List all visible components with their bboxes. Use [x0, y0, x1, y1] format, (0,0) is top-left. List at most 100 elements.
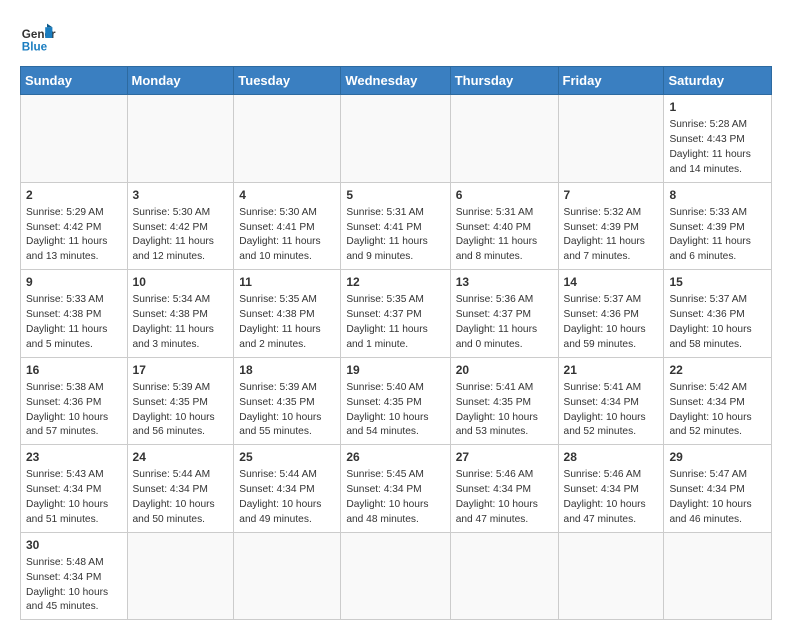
calendar-cell: 15Sunrise: 5:37 AM Sunset: 4:36 PM Dayli…	[664, 270, 772, 358]
calendar-cell: 28 Sunrise: 5:46 AM Sunset: 4:34 PM Dayli…	[558, 445, 664, 533]
weekday-header-saturday: Saturday	[664, 67, 772, 95]
logo-icon: General Blue	[20, 20, 56, 56]
calendar-cell: 17 Sunrise: 5:39 AM Sunset: 4:35 PM Dayli…	[127, 357, 234, 445]
day-number: 28	[564, 449, 659, 466]
calendar-cell	[664, 532, 772, 620]
day-info: Sunrise: 5:41 AM Sunset: 4:35 PM Dayligh…	[456, 381, 553, 440]
calendar-cell: 5 Sunrise: 5:31 AM Sunset: 4:41 PM Daylig…	[341, 182, 450, 270]
calendar-cell	[127, 532, 234, 620]
day-number: 12	[346, 274, 444, 291]
calendar-cell: 6 Sunrise: 5:31 AM Sunset: 4:40 PM Daylig…	[450, 182, 558, 270]
day-info: Sunrise: 5:40 AM Sunset: 4:35 PM Dayligh…	[346, 381, 444, 440]
day-info: Sunrise: 5:38 AM Sunset: 4:36 PM Dayligh…	[26, 381, 122, 440]
day-info: Sunrise: 5:41 AM Sunset: 4:34 PM Dayligh…	[564, 381, 659, 440]
day-info: Sunrise: 5:35 AM Sunset: 4:38 PM Dayligh…	[239, 293, 335, 352]
svg-text:Blue: Blue	[22, 41, 48, 54]
calendar-cell: 1 Sunrise: 5:28 AM Sunset: 4:43 PM Daylig…	[664, 95, 772, 183]
day-number: 5	[346, 187, 444, 204]
day-number: 29	[669, 449, 766, 466]
day-info: Sunrise: 5:34 AM Sunset: 4:38 PM Dayligh…	[133, 293, 229, 352]
day-info: Sunrise: 5:37 AM Sunset: 4:36 PM Dayligh…	[564, 293, 659, 352]
calendar-cell: 23 Sunrise: 5:43 AM Sunset: 4:34 PM Dayli…	[21, 445, 128, 533]
weekday-header-thursday: Thursday	[450, 67, 558, 95]
day-info: Sunrise: 5:32 AM Sunset: 4:39 PM Dayligh…	[564, 206, 659, 265]
day-info: Sunrise: 5:44 AM Sunset: 4:34 PM Dayligh…	[239, 468, 335, 527]
calendar-cell	[450, 532, 558, 620]
day-number: 30	[26, 537, 122, 554]
calendar-cell: 10 Sunrise: 5:34 AM Sunset: 4:38 PM Dayli…	[127, 270, 234, 358]
weekday-header-friday: Friday	[558, 67, 664, 95]
day-number: 16	[26, 362, 122, 379]
day-info: Sunrise: 5:35 AM Sunset: 4:37 PM Dayligh…	[346, 293, 444, 352]
day-number: 1	[669, 99, 766, 116]
day-number: 25	[239, 449, 335, 466]
calendar-cell: 13Sunrise: 5:36 AM Sunset: 4:37 PM Dayli…	[450, 270, 558, 358]
day-number: 6	[456, 187, 553, 204]
calendar-cell: 30 Sunrise: 5:48 AM Sunset: 4:34 PM Dayli…	[21, 532, 128, 620]
calendar-cell	[450, 95, 558, 183]
day-number: 11	[239, 274, 335, 291]
calendar-cell: 11 Sunrise: 5:35 AM Sunset: 4:38 PM Dayli…	[234, 270, 341, 358]
day-info: Sunrise: 5:48 AM Sunset: 4:34 PM Dayligh…	[26, 556, 122, 615]
day-number: 9	[26, 274, 122, 291]
calendar-cell: 8 Sunrise: 5:33 AM Sunset: 4:39 PM Daylig…	[664, 182, 772, 270]
calendar-cell: 9 Sunrise: 5:33 AM Sunset: 4:38 PM Daylig…	[21, 270, 128, 358]
day-number: 10	[133, 274, 229, 291]
day-info: Sunrise: 5:31 AM Sunset: 4:40 PM Dayligh…	[456, 206, 553, 265]
day-info: Sunrise: 5:33 AM Sunset: 4:38 PM Dayligh…	[26, 293, 122, 352]
day-number: 20	[456, 362, 553, 379]
day-info: Sunrise: 5:28 AM Sunset: 4:43 PM Dayligh…	[669, 118, 766, 177]
calendar-cell: 3Sunrise: 5:30 AM Sunset: 4:42 PM Daylig…	[127, 182, 234, 270]
calendar-cell: 16 Sunrise: 5:38 AM Sunset: 4:36 PM Dayli…	[21, 357, 128, 445]
day-number: 23	[26, 449, 122, 466]
calendar-cell: 20 Sunrise: 5:41 AM Sunset: 4:35 PM Dayli…	[450, 357, 558, 445]
day-number: 8	[669, 187, 766, 204]
weekday-header-monday: Monday	[127, 67, 234, 95]
day-number: 4	[239, 187, 335, 204]
day-info: Sunrise: 5:39 AM Sunset: 4:35 PM Dayligh…	[133, 381, 229, 440]
day-info: Sunrise: 5:37 AM Sunset: 4:36 PM Dayligh…	[669, 293, 766, 352]
day-info: Sunrise: 5:44 AM Sunset: 4:34 PM Dayligh…	[133, 468, 229, 527]
page-header: General Blue	[20, 20, 772, 56]
day-info: Sunrise: 5:36 AM Sunset: 4:37 PM Dayligh…	[456, 293, 553, 352]
calendar-cell	[341, 532, 450, 620]
calendar-cell: 19 Sunrise: 5:40 AM Sunset: 4:35 PM Dayli…	[341, 357, 450, 445]
logo: General Blue	[20, 20, 56, 56]
calendar-cell	[558, 532, 664, 620]
calendar-cell: 18Sunrise: 5:39 AM Sunset: 4:35 PM Dayli…	[234, 357, 341, 445]
calendar-cell	[341, 95, 450, 183]
calendar-cell: 29 Sunrise: 5:47 AM Sunset: 4:34 PM Dayli…	[664, 445, 772, 533]
day-info: Sunrise: 5:45 AM Sunset: 4:34 PM Dayligh…	[346, 468, 444, 527]
day-number: 2	[26, 187, 122, 204]
calendar-cell	[21, 95, 128, 183]
day-info: Sunrise: 5:30 AM Sunset: 4:42 PM Dayligh…	[133, 206, 229, 265]
calendar-cell: 4 Sunrise: 5:30 AM Sunset: 4:41 PM Daylig…	[234, 182, 341, 270]
day-number: 26	[346, 449, 444, 466]
calendar-table: SundayMondayTuesdayWednesdayThursdayFrid…	[20, 66, 772, 620]
day-info: Sunrise: 5:47 AM Sunset: 4:34 PM Dayligh…	[669, 468, 766, 527]
weekday-header-sunday: Sunday	[21, 67, 128, 95]
day-number: 21	[564, 362, 659, 379]
day-info: Sunrise: 5:43 AM Sunset: 4:34 PM Dayligh…	[26, 468, 122, 527]
day-info: Sunrise: 5:46 AM Sunset: 4:34 PM Dayligh…	[564, 468, 659, 527]
calendar-cell: 25 Sunrise: 5:44 AM Sunset: 4:34 PM Dayli…	[234, 445, 341, 533]
calendar-cell: 24Sunrise: 5:44 AM Sunset: 4:34 PM Dayli…	[127, 445, 234, 533]
day-number: 18	[239, 362, 335, 379]
calendar-cell: 7 Sunrise: 5:32 AM Sunset: 4:39 PM Daylig…	[558, 182, 664, 270]
day-number: 14	[564, 274, 659, 291]
calendar-cell	[127, 95, 234, 183]
day-info: Sunrise: 5:29 AM Sunset: 4:42 PM Dayligh…	[26, 206, 122, 265]
day-info: Sunrise: 5:30 AM Sunset: 4:41 PM Dayligh…	[239, 206, 335, 265]
day-number: 19	[346, 362, 444, 379]
calendar-cell	[234, 95, 341, 183]
day-number: 7	[564, 187, 659, 204]
day-info: Sunrise: 5:46 AM Sunset: 4:34 PM Dayligh…	[456, 468, 553, 527]
day-number: 17	[133, 362, 229, 379]
day-info: Sunrise: 5:31 AM Sunset: 4:41 PM Dayligh…	[346, 206, 444, 265]
calendar-cell: 14 Sunrise: 5:37 AM Sunset: 4:36 PM Dayli…	[558, 270, 664, 358]
day-info: Sunrise: 5:33 AM Sunset: 4:39 PM Dayligh…	[669, 206, 766, 265]
day-info: Sunrise: 5:42 AM Sunset: 4:34 PM Dayligh…	[669, 381, 766, 440]
calendar-cell	[558, 95, 664, 183]
weekday-header-tuesday: Tuesday	[234, 67, 341, 95]
calendar-cell	[234, 532, 341, 620]
